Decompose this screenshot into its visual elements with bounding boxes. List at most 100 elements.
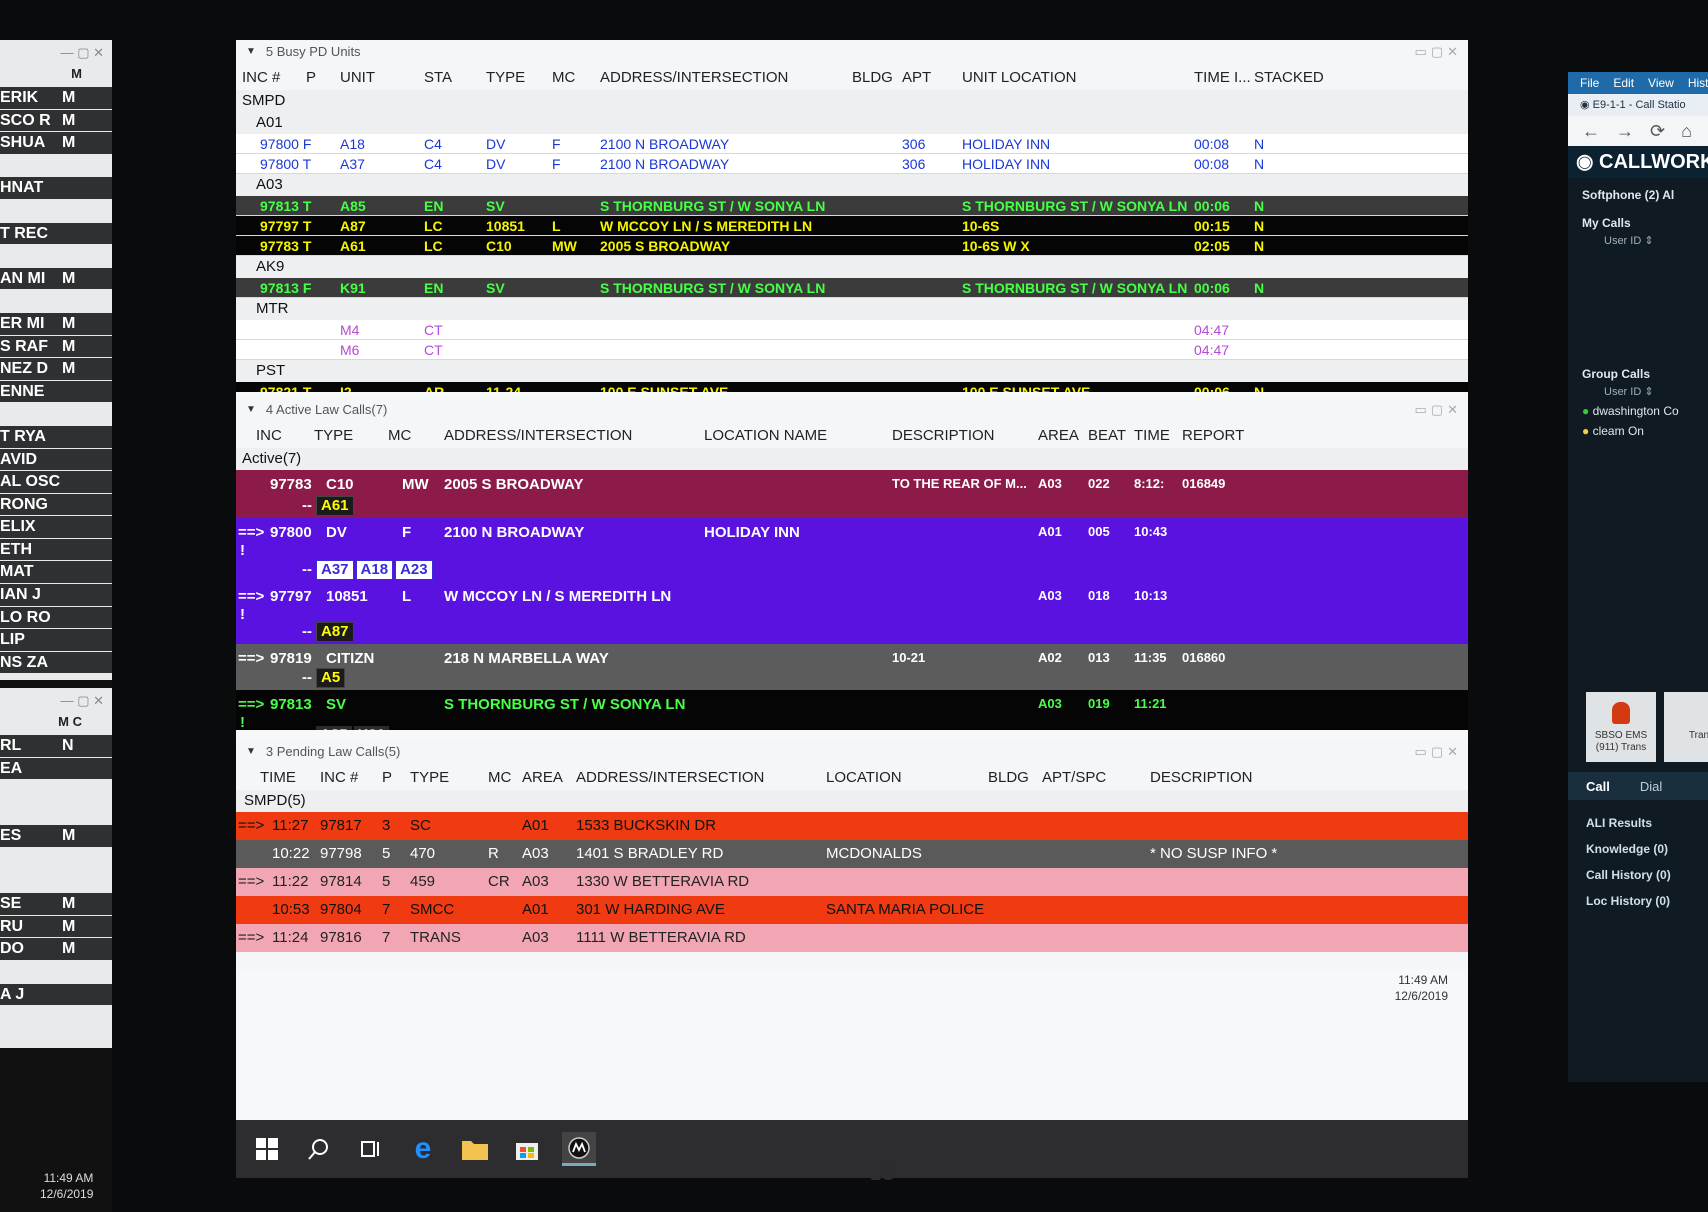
col-mc[interactable]: MC	[488, 769, 511, 786]
unit-row[interactable]: 97813 T A85 EN SV S THORNBURG ST / W SON…	[236, 196, 1468, 216]
left-unit-row[interactable]	[0, 290, 112, 312]
col-location[interactable]: LOCATION	[826, 769, 902, 786]
col-area[interactable]: AREA	[1038, 427, 1079, 444]
left-unit-row[interactable]: ENNE	[0, 380, 112, 403]
collapse-triangle-icon[interactable]: ▼	[246, 398, 256, 422]
col-address[interactable]: ADDRESS/INTERSECTION	[600, 69, 788, 86]
col-mc[interactable]: MC	[388, 427, 411, 444]
col-type[interactable]: TYPE	[410, 769, 449, 786]
left-unit-row[interactable]: S RAF M	[0, 335, 112, 358]
unit-row[interactable]: 97821 T I2 AR 11-24 100 E SUNSET AVE 100…	[236, 382, 1468, 392]
menu-file[interactable]: File	[1580, 76, 1599, 90]
browser-tab[interactable]: ◉ E9-1-1 - Call Statio	[1568, 94, 1708, 116]
col-time[interactable]: TIME	[1134, 427, 1170, 444]
unit-chip[interactable]: A61	[316, 496, 354, 516]
col-beat[interactable]: BEAT	[1088, 427, 1126, 444]
menu-edit[interactable]: Edit	[1613, 76, 1634, 90]
col-report[interactable]: REPORT	[1182, 427, 1244, 444]
window-controls[interactable]: — ▢ ✕	[0, 40, 112, 66]
col-time[interactable]: TIME I...	[1194, 69, 1251, 86]
softphone-tab[interactable]: Softphone (2) Al	[1568, 188, 1708, 202]
refresh-icon[interactable]: ⟳	[1650, 121, 1665, 142]
home-icon[interactable]: ⌂	[1681, 121, 1692, 142]
left-unit-row[interactable]: LIP	[0, 629, 112, 651]
pane-title[interactable]: ▼ 5 Busy PD Units	[236, 40, 1468, 64]
col-time[interactable]: TIME	[260, 769, 296, 786]
left-unit-row[interactable]: IAN J	[0, 584, 112, 606]
group-row[interactable]: SMPD(5)	[236, 790, 1468, 812]
left-unit-row[interactable]: NEZ D M	[0, 358, 112, 380]
windows-start-icon[interactable]	[250, 1132, 284, 1166]
file-explorer-icon[interactable]	[458, 1132, 492, 1166]
unit-chip[interactable]: A37	[316, 560, 354, 580]
left-unit-row[interactable]	[0, 403, 112, 425]
col-p[interactable]: P	[306, 69, 316, 86]
col-description[interactable]: DESCRIPTION	[1150, 769, 1253, 786]
left-unit-row[interactable]: T RYA	[0, 425, 112, 448]
pending-call-row[interactable]: ==> 11:27 97817 3 SC A01 1533 BUCKSKIN DR	[236, 812, 1468, 840]
left-unit-row[interactable]: ELIX	[0, 516, 112, 538]
left-unit-row[interactable]: SE M	[0, 893, 112, 915]
col-unit-location[interactable]: UNIT LOCATION	[962, 69, 1076, 86]
group-row[interactable]: SMPD	[236, 90, 1468, 112]
left-unit-row[interactable]: RU M	[0, 915, 112, 938]
user-id-header-2[interactable]: User ID ⇕	[1568, 385, 1708, 398]
unit-chip[interactable]: A87	[316, 622, 354, 642]
unit-row[interactable]: M6 CT 04:47	[236, 340, 1468, 360]
group-user-row[interactable]: ● dwashington Co	[1568, 404, 1708, 418]
col-bldg[interactable]: BLDG	[988, 769, 1029, 786]
search-icon[interactable]	[302, 1132, 336, 1166]
unit-chip[interactable]: A23	[395, 560, 433, 580]
col-bldg[interactable]: BLDG	[852, 69, 893, 86]
group-row[interactable]: A03	[236, 174, 1468, 196]
pending-call-row[interactable]: 10:53 97804 7 SMCC A01 301 W HARDING AVE SANTA…	[236, 896, 1468, 924]
left-unit-row[interactable]	[0, 960, 112, 983]
store-icon[interactable]	[510, 1132, 544, 1166]
unit-chip[interactable]: A5	[316, 668, 346, 688]
col-apt-spc[interactable]: APT/SPC	[1042, 769, 1106, 786]
pending-call-row[interactable]: ==> 11:24 97816 7 TRANS A03 1111 W BETTERAVIA …	[236, 924, 1468, 952]
user-id-header[interactable]: User ID ⇕	[1568, 234, 1708, 247]
unit-chip[interactable]: K91	[353, 726, 390, 730]
unit-row[interactable]: 97813 F K91 EN SV S THORNBURG ST / W SON…	[236, 278, 1468, 298]
col-area[interactable]: AREA	[522, 769, 563, 786]
left-unit-row[interactable]: RONG	[0, 493, 112, 516]
group-user-row[interactable]: ● cleam On	[1568, 424, 1708, 438]
system-clock[interactable]: 11:49 AM 12/6/2019	[1395, 972, 1448, 1004]
left-unit-row[interactable]: NS ZA	[0, 651, 112, 674]
active-call-row[interactable]: ==> 97800 DV F 2100 N BROADWAY HOLIDAY INN A01…	[236, 518, 1468, 582]
back-icon[interactable]: ←	[1582, 121, 1600, 142]
left-unit-row[interactable]: SCO R M	[0, 109, 112, 132]
unit-chip[interactable]: A18	[355, 560, 394, 580]
col-description[interactable]: DESCRIPTION	[892, 427, 995, 444]
col-stacked[interactable]: STACKED	[1254, 69, 1324, 86]
left-unit-row[interactable]: DO M	[0, 938, 112, 960]
left-unit-row[interactable]	[0, 780, 112, 802]
task-view-icon[interactable]	[354, 1132, 388, 1166]
col-type[interactable]: TYPE	[486, 69, 525, 86]
left-unit-row[interactable]: EA	[0, 757, 112, 780]
group-row[interactable]: A01	[236, 112, 1468, 134]
active-call-row[interactable]: ==> 97819 CITIZN 218 N MARBELLA WAY 10-21 A02…	[236, 644, 1468, 690]
col-mc[interactable]: MC	[552, 69, 575, 86]
motorola-app-icon[interactable]	[562, 1132, 596, 1166]
left-unit-row[interactable]	[0, 199, 112, 222]
col-sta[interactable]: STA	[424, 69, 452, 86]
unit-row[interactable]: 97800 T A37 C4 DV F 2100 N BROADWAY 306 …	[236, 154, 1468, 174]
left-unit-row[interactable]: ERIK M	[0, 87, 112, 109]
unit-row[interactable]: 97800 F A18 C4 DV F 2100 N BROADWAY 306 …	[236, 134, 1468, 154]
call-history-item[interactable]: Call History (0)	[1568, 862, 1708, 888]
active-call-row[interactable]: 97783 C10 MW 2005 S BROADWAY TO THE REAR OF …	[236, 470, 1468, 518]
ali-results-item[interactable]: ALI Results	[1568, 810, 1708, 836]
group-row[interactable]: PST	[236, 360, 1468, 382]
collapse-triangle-icon[interactable]: ▼	[246, 40, 256, 64]
left-unit-row[interactable]: A J	[0, 983, 112, 1006]
group-row[interactable]: Active(7)	[236, 448, 1468, 470]
left-unit-row[interactable]	[0, 802, 112, 825]
edge-browser-icon[interactable]: e	[406, 1132, 440, 1166]
col-inc[interactable]: INC #	[242, 69, 280, 86]
left-unit-row[interactable]: ER MI M	[0, 312, 112, 335]
col-inc[interactable]: INC #	[320, 769, 358, 786]
forward-icon[interactable]: →	[1616, 121, 1634, 142]
window-controls[interactable]: ▭▢✕	[1415, 44, 1462, 60]
